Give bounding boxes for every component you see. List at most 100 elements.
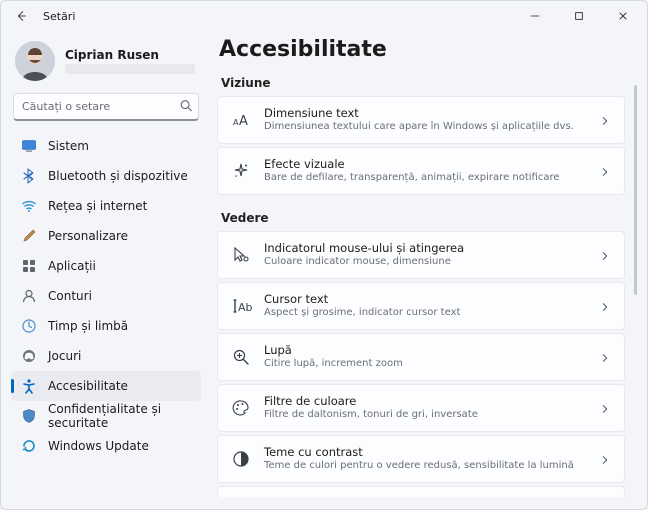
avatar-image-icon (15, 41, 55, 81)
window-controls (513, 1, 645, 31)
svg-text:Ab: Ab (238, 301, 253, 314)
account-header[interactable]: Ciprian Rusen (9, 35, 203, 91)
sidebar-item-label: Personalizare (48, 229, 128, 243)
window-title: Setări (43, 10, 75, 23)
svg-text:A: A (239, 114, 248, 129)
avatar (15, 41, 55, 81)
card-magnifier[interactable]: Lupă Citire lupă, increment zoom (217, 333, 625, 381)
sidebar-item-label: Timp și limbă (48, 319, 128, 333)
wifi-icon (21, 198, 37, 214)
search-icon (179, 98, 193, 117)
card-narrator[interactable]: Narator Voce, detaliere, tastatură, brai… (217, 486, 625, 497)
card-subtitle: Teme de culori pentru o vedere redusă, s… (264, 460, 588, 473)
card-subtitle: Filtre de daltonism, tonuri de gri, inve… (264, 409, 588, 422)
sidebar-item-label: Jocuri (48, 349, 81, 363)
card-color-filters[interactable]: Filtre de culoare Filtre de daltonism, t… (217, 384, 625, 432)
gaming-icon (21, 348, 37, 364)
close-icon (618, 11, 628, 21)
chevron-right-icon (600, 297, 614, 316)
sidebar-item-time[interactable]: Timp și limbă (11, 311, 201, 341)
update-icon (21, 438, 37, 454)
sidebar-item-label: Accesibilitate (48, 379, 128, 393)
card-title: Lupă (264, 343, 588, 357)
section-cards-seeing: Indicatorul mouse-ului și atingerea Culo… (217, 231, 625, 497)
card-subtitle: Culoare indicator mouse, dimensiune (264, 256, 588, 269)
palette-icon (230, 397, 252, 419)
accessibility-icon (21, 378, 37, 394)
section-heading-vision: Viziune (221, 76, 625, 90)
card-visual-effects[interactable]: Efecte vizuale Bare de defilare, transpa… (217, 147, 625, 195)
magnifier-icon (230, 346, 252, 368)
content-scroll[interactable]: Accesibilitate Viziune AA Dimensiune tex… (217, 35, 631, 497)
scrollbar-thumb[interactable] (634, 85, 637, 295)
sidebar-item-label: Rețea și internet (48, 199, 147, 213)
card-contrast-themes[interactable]: Teme cu contrast Teme de culori pentru o… (217, 435, 625, 483)
sidebar-item-bluetooth[interactable]: Bluetooth și dispozitive (11, 161, 201, 191)
section-cards-vision: AA Dimensiune text Dimensiunea textului … (217, 96, 625, 195)
sidebar-item-label: Conturi (48, 289, 92, 303)
sidebar-item-accessibility[interactable]: Accesibilitate (11, 371, 201, 401)
chevron-right-icon (600, 450, 614, 469)
system-icon (21, 138, 37, 154)
settings-window: Setări (0, 0, 648, 510)
minimize-button[interactable] (513, 1, 557, 31)
card-subtitle: Bare de defilare, transparență, animații… (264, 172, 588, 185)
chevron-right-icon (600, 246, 614, 265)
sidebar-item-label: Bluetooth și dispozitive (48, 169, 188, 183)
sparkle-icon (230, 160, 252, 182)
search-input[interactable] (13, 93, 199, 121)
search-field (13, 93, 199, 121)
card-text-size[interactable]: AA Dimensiune text Dimensiunea textului … (217, 96, 625, 144)
shield-icon (21, 408, 37, 424)
chevron-right-icon (600, 399, 614, 418)
contrast-icon (230, 448, 252, 470)
card-title: Narator (264, 496, 588, 497)
person-icon (21, 288, 37, 304)
sidebar-item-accounts[interactable]: Conturi (11, 281, 201, 311)
close-button[interactable] (601, 1, 645, 31)
chevron-right-icon (600, 111, 614, 130)
nav-list: Sistem Bluetooth și dispozitive Rețea și… (11, 131, 201, 461)
sidebar-item-label: Confidențialitate și securitate (48, 402, 195, 430)
maximize-icon (574, 11, 584, 21)
minimize-icon (530, 11, 540, 21)
clock-globe-icon (21, 318, 37, 334)
account-email-redacted (65, 64, 195, 74)
back-button[interactable] (7, 2, 35, 30)
card-title: Dimensiune text (264, 106, 588, 120)
sidebar-item-privacy[interactable]: Confidențialitate și securitate (11, 401, 201, 431)
card-title: Filtre de culoare (264, 394, 588, 408)
back-arrow-icon (14, 9, 28, 23)
card-mouse-pointer[interactable]: Indicatorul mouse-ului și atingerea Culo… (217, 231, 625, 279)
sidebar-item-network[interactable]: Rețea și internet (11, 191, 201, 221)
sidebar-item-apps[interactable]: Aplicații (11, 251, 201, 281)
maximize-button[interactable] (557, 1, 601, 31)
sidebar-item-personalization[interactable]: Personalizare (11, 221, 201, 251)
sidebar-item-label: Windows Update (48, 439, 149, 453)
card-subtitle: Citire lupă, increment zoom (264, 358, 588, 371)
titlebar: Setări (1, 1, 647, 31)
sidebar-item-label: Sistem (48, 139, 89, 153)
sidebar: Ciprian Rusen Sistem (1, 31, 211, 509)
bluetooth-icon (21, 168, 37, 184)
card-title: Cursor text (264, 292, 588, 306)
card-title: Teme cu contrast (264, 445, 588, 459)
account-names: Ciprian Rusen (65, 48, 195, 74)
chevron-right-icon (600, 348, 614, 367)
account-display-name: Ciprian Rusen (65, 48, 195, 62)
sidebar-item-system[interactable]: Sistem (11, 131, 201, 161)
text-size-icon: AA (230, 109, 252, 131)
cursor-icon (230, 244, 252, 266)
text-cursor-icon: Ab (230, 295, 252, 317)
apps-icon (21, 258, 37, 274)
card-subtitle: Aspect și grosime, indicator cursor text (264, 307, 588, 320)
main: Accesibilitate Viziune AA Dimensiune tex… (211, 31, 647, 509)
sidebar-item-label: Aplicații (48, 259, 96, 273)
section-heading-seeing: Vedere (221, 211, 625, 225)
card-text-cursor[interactable]: Ab Cursor text Aspect și grosime, indica… (217, 282, 625, 330)
paintbrush-icon (21, 228, 37, 244)
sidebar-item-update[interactable]: Windows Update (11, 431, 201, 461)
page-title: Accesibilitate (219, 37, 625, 62)
scrollbar[interactable] (633, 35, 639, 497)
sidebar-item-gaming[interactable]: Jocuri (11, 341, 201, 371)
